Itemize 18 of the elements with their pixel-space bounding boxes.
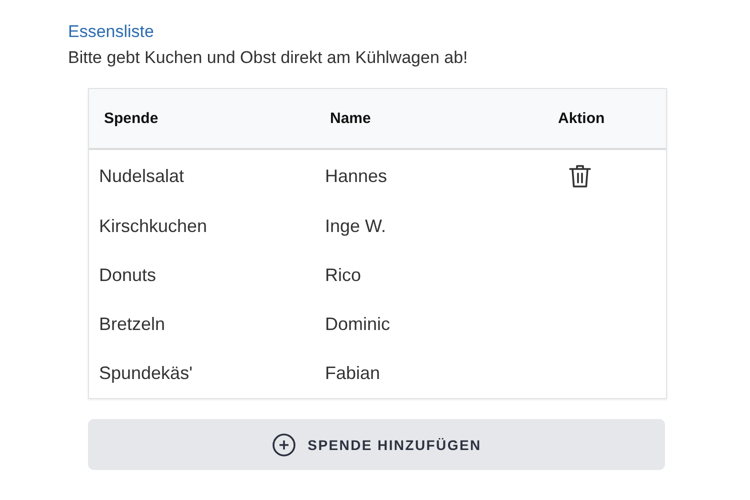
- donation-cell-text: Spundekäs': [99, 363, 194, 384]
- instruction-text: Bitte gebt Kuchen und Obst direkt am Kühlwagen ab!: [68, 48, 469, 68]
- list-title: Essensliste: [68, 22, 155, 42]
- plus-circle-icon: [272, 432, 296, 456]
- column-header: Name: [330, 110, 372, 127]
- name-cell-text: Rico: [325, 265, 362, 286]
- donation-cell-text: Kirschkuchen: [99, 216, 208, 237]
- name-cell-text: Inge W.: [325, 216, 388, 237]
- name-cell-text: Dominic: [325, 314, 392, 335]
- column-header: Spende: [104, 110, 160, 127]
- name-cell-text: Hannes: [325, 166, 388, 186]
- name-cell-text: Fabian: [325, 363, 382, 384]
- donation-cell-text: Nudelsalat: [99, 166, 186, 186]
- donation-cell-text: Bretzeln: [99, 314, 166, 335]
- trash-icon[interactable]: [568, 163, 592, 189]
- column-header: Aktion: [558, 110, 606, 127]
- donation-cell-text: Donuts: [99, 265, 158, 286]
- add-donation-button[interactable]: SPENDE HINZUFÜGEN: [88, 419, 665, 470]
